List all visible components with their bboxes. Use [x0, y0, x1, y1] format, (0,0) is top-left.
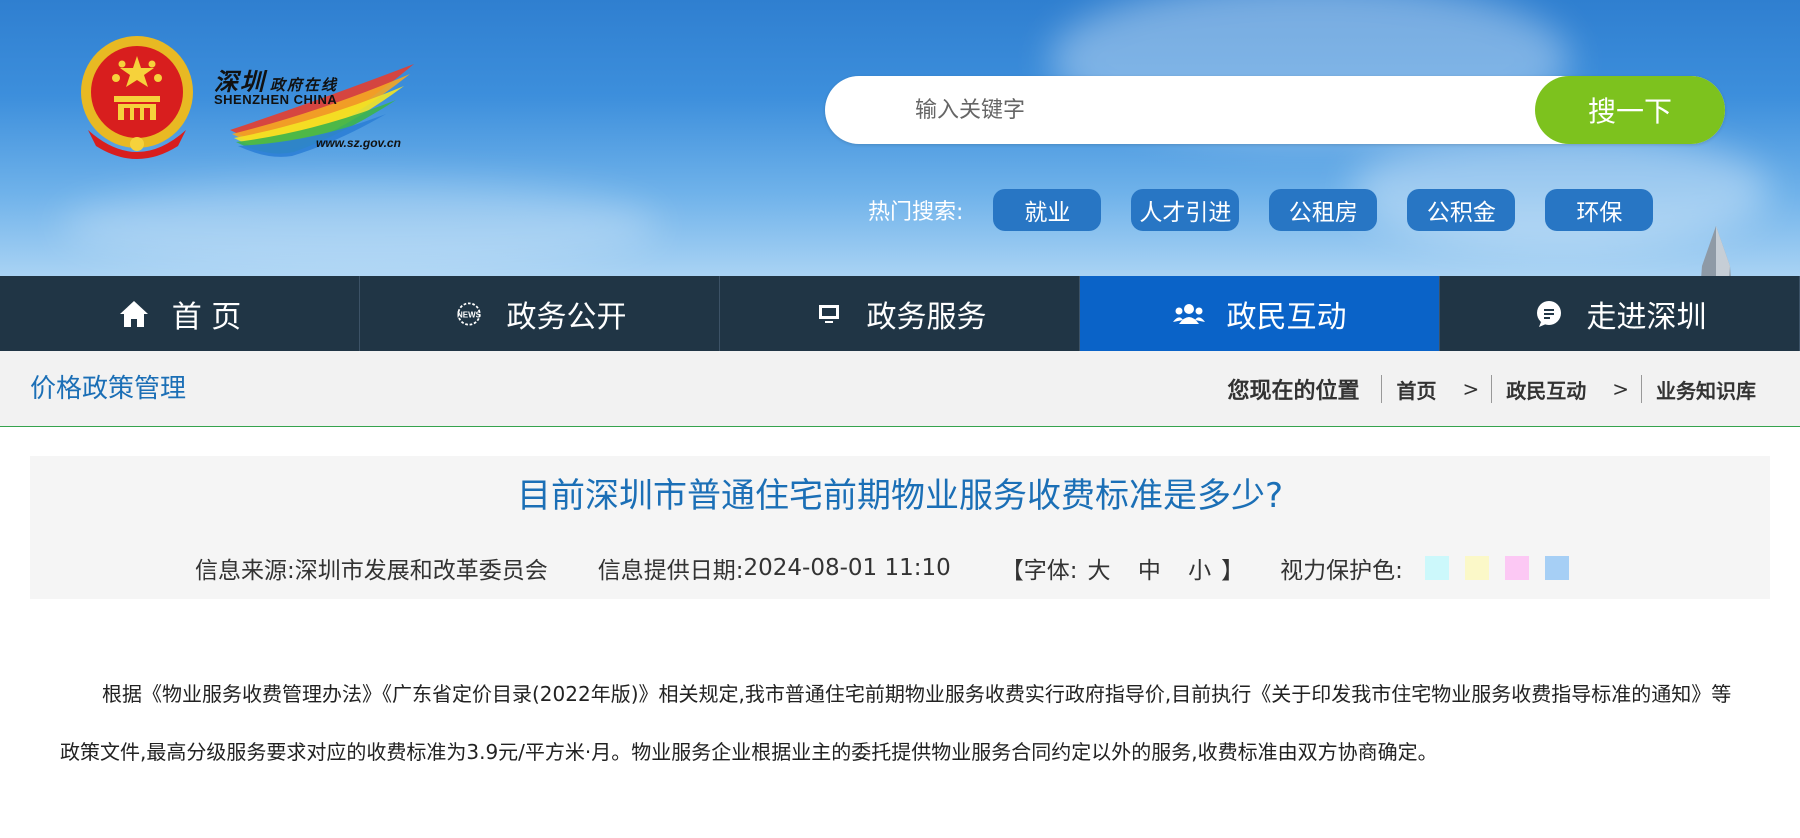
article-title: 目前深圳市普通住宅前期物业服务收费标准是多少? [516, 476, 1284, 516]
nav-home[interactable]: 首 页 [0, 276, 360, 351]
article-meta: 信息来源: 深圳市发展和改革委员会 信息提供日期: 2024-08-01 11:… [195, 548, 1569, 588]
main-nav: 首 页 NEWS 政务公开 政务服务 政民互动 走进深圳 [0, 276, 1800, 351]
source-label: 信息来源: [195, 558, 295, 584]
eye-care-swatch-blue[interactable] [1544, 556, 1569, 580]
source-value: 深圳市发展和改革委员会 [294, 558, 548, 584]
cloud-decoration [60, 180, 660, 270]
hot-search-tag[interactable]: 公积金 [1407, 189, 1516, 231]
font-size-medium[interactable]: 中 [1138, 558, 1161, 584]
breadcrumb-knowledge-base[interactable]: 业务知识库 [1656, 375, 1756, 404]
home-icon [118, 298, 150, 330]
eye-care-label: 视力保护色: [1280, 558, 1403, 584]
nav-label: 走进深圳 [1586, 299, 1707, 335]
breadcrumb-bar: 价格政策管理 您现在的位置 首页 > 政民互动 > 业务知识库 [0, 351, 1800, 427]
hot-search-tag[interactable]: 环保 [1545, 189, 1654, 231]
hot-search-tag[interactable]: 人才引进 [1131, 189, 1240, 231]
date-label: 信息提供日期: [597, 558, 744, 584]
breadcrumb-separator: > [1462, 377, 1480, 401]
search-bar: 搜一下 [825, 76, 1725, 144]
monitor-icon [813, 298, 845, 330]
search-button[interactable]: 搜一下 [1535, 76, 1725, 144]
logo-english-name: SHENZHEN CHINA [214, 92, 338, 107]
nav-label: 政务服务 [866, 299, 987, 335]
date-value: 2024-08-01 11:10 [743, 555, 951, 581]
breadcrumb-divider [1641, 375, 1642, 403]
hot-search-tag[interactable]: 公租房 [1269, 189, 1378, 231]
nav-label: 首 页 [171, 299, 242, 335]
font-size-label-open: 【字体: [1000, 558, 1078, 584]
breadcrumb-divider [1491, 375, 1493, 403]
nav-gov-affairs-open[interactable]: NEWS 政务公开 [360, 276, 720, 351]
logo-url: www.sz.gov.cn [316, 136, 401, 150]
font-size-large[interactable]: 大 [1088, 558, 1111, 584]
people-icon [1172, 298, 1205, 330]
section-title[interactable]: 价格政策管理 [30, 351, 186, 427]
eye-care-swatch-yellow[interactable] [1464, 556, 1489, 580]
breadcrumb: 您现在的位置 首页 > 政民互动 > 业务知识库 [1227, 351, 1756, 427]
article-header: 目前深圳市普通住宅前期物业服务收费标准是多少? 信息来源: 深圳市发展和改革委员… [30, 456, 1770, 599]
search-input[interactable] [915, 76, 1515, 144]
location-label: 您现在的位置 [1227, 379, 1360, 404]
nav-label: 政民互动 [1226, 299, 1347, 335]
nav-gov-services[interactable]: 政务服务 [720, 276, 1080, 351]
breadcrumb-divider [1381, 375, 1383, 403]
chat-icon [1533, 298, 1565, 330]
news-icon: NEWS [453, 298, 485, 330]
breadcrumb-home[interactable]: 首页 [1396, 375, 1436, 404]
nav-visit-shenzhen[interactable]: 走进深圳 [1440, 276, 1800, 351]
font-size-label-close: 】 [1221, 558, 1245, 584]
skyscraper-decoration [1701, 226, 1731, 276]
nav-public-interaction[interactable]: 政民互动 [1080, 276, 1440, 351]
hot-search-label: 热门搜索: [868, 200, 964, 225]
hot-search-tag[interactable]: 就业 [993, 189, 1102, 231]
font-size-options: 大 中 小 [1078, 551, 1222, 585]
eye-care-swatch-pink[interactable] [1504, 556, 1529, 580]
site-header: 深圳政府在线 SHENZHEN CHINA www.sz.gov.cn 搜一下 … [0, 0, 1800, 276]
article-body: 根据《物业服务收费管理办法》《广东省定价目录(2022年版)》相关规定,我市普通… [60, 682, 1732, 764]
font-size-small[interactable]: 小 [1188, 558, 1211, 584]
nav-label: 政务公开 [506, 299, 627, 335]
hot-search: 热门搜索: 就业 人才引进 公租房 公积金 环保 [868, 188, 1683, 232]
eye-care-swatch-cyan[interactable] [1424, 556, 1449, 580]
national-emblem-icon[interactable] [78, 34, 196, 162]
shenzhen-logo[interactable]: 深圳 政府在线 SHENZHEN CHINA www.sz.gov.cn [210, 60, 420, 160]
svg-text:NEWS: NEWS [457, 310, 482, 319]
breadcrumb-public-interaction[interactable]: 政民互动 [1506, 375, 1586, 404]
breadcrumb-separator: > [1612, 377, 1629, 401]
